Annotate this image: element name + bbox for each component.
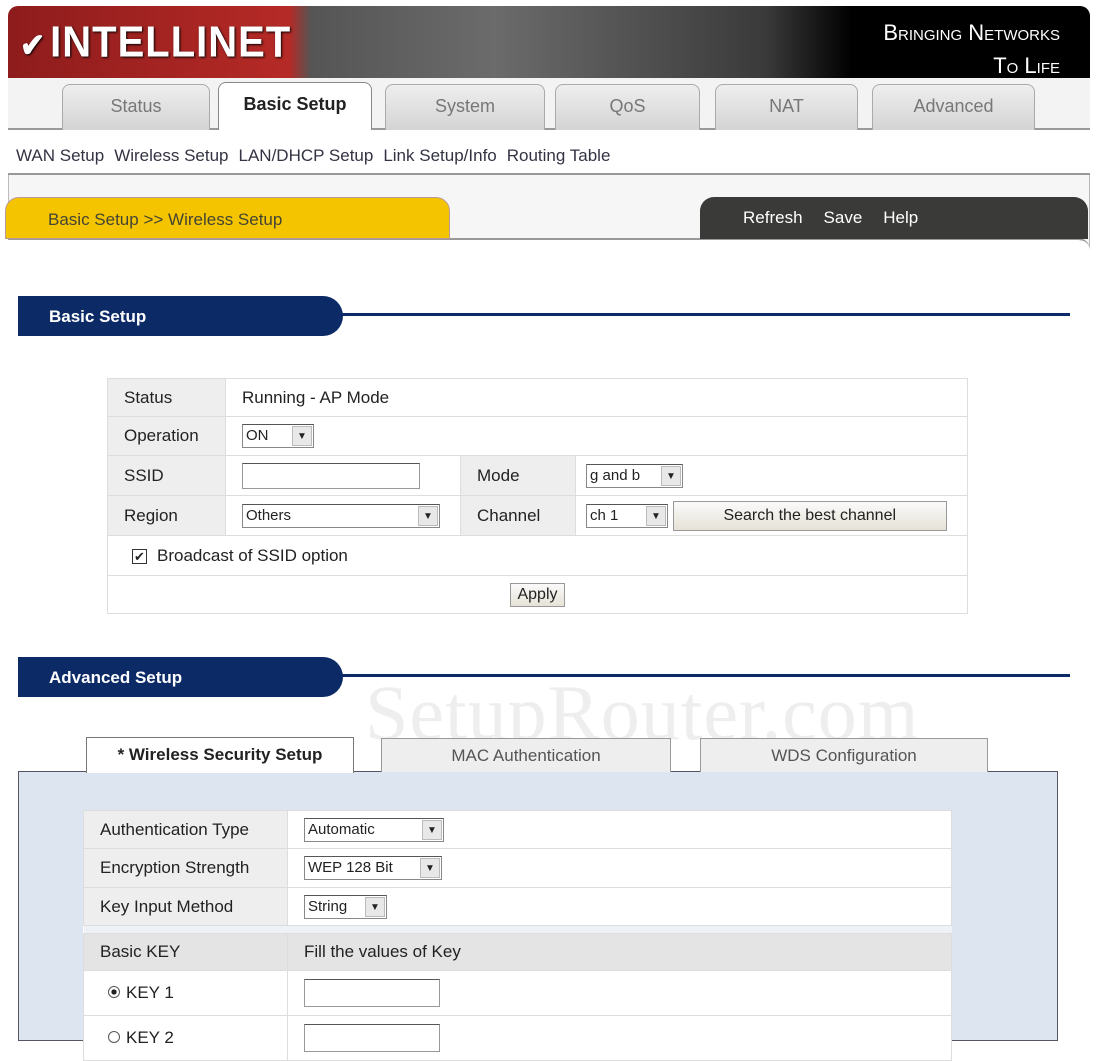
sub-navigation: WAN Setup Wireless Setup LAN/DHCP Setup Lin…	[8, 130, 1090, 175]
region-select[interactable]: Others ▼	[242, 503, 440, 528]
mode-value: g and b	[590, 466, 641, 484]
auth-type-select[interactable]: Automatic ▼	[304, 817, 444, 842]
tab-status[interactable]: Status	[62, 84, 210, 130]
tab-qos[interactable]: QoS	[555, 84, 700, 130]
chevron-down-icon: ▼	[420, 858, 440, 878]
tab-advanced[interactable]: Advanced	[872, 84, 1035, 130]
logo-text: INTELLINET	[50, 17, 292, 67]
key2-radio[interactable]	[108, 1031, 120, 1043]
broadcast-ssid-label: Broadcast of SSID option	[157, 545, 348, 565]
divider	[338, 313, 1070, 316]
header-banner: ✔ INTELLINET Bringing Networks To Life	[8, 6, 1090, 78]
action-bar: Refresh Save Help	[700, 197, 1088, 239]
chevron-down-icon: ▼	[365, 896, 385, 917]
link-wan-setup[interactable]: WAN Setup	[16, 146, 104, 165]
key-method-label: Key Input Method	[83, 887, 288, 926]
tab-nat[interactable]: NAT	[715, 84, 858, 130]
tab-basic-setup[interactable]: Basic Setup	[218, 82, 372, 132]
save-button[interactable]: Save	[824, 208, 863, 227]
tagline: Bringing Networks To Life	[883, 16, 1060, 78]
key2-label: KEY 2	[126, 1028, 174, 1047]
link-wireless-setup[interactable]: Wireless Setup	[114, 146, 228, 165]
key1-radio[interactable]	[108, 986, 120, 998]
region-value: Others	[246, 506, 292, 524]
help-button[interactable]: Help	[883, 208, 918, 227]
auth-type-label: Authentication Type	[83, 810, 288, 849]
encryption-select[interactable]: WEP 128 Bit ▼	[304, 856, 442, 880]
tab-mac-authentication[interactable]: MAC Authentication	[381, 738, 671, 772]
operation-label: Operation	[107, 416, 226, 456]
tagline-line1: Bringing Networks	[883, 20, 1060, 45]
tab-wireless-security-setup[interactable]: * Wireless Security Setup	[86, 737, 354, 773]
link-routing-table[interactable]: Routing Table	[507, 146, 611, 165]
chevron-down-icon: ▼	[661, 465, 681, 486]
key-method-select[interactable]: String ▼	[304, 894, 387, 919]
encryption-value: WEP 128 Bit	[308, 859, 393, 876]
intellinet-logo: ✔ INTELLINET	[20, 18, 291, 68]
key1-input[interactable]	[304, 979, 440, 1007]
operation-select[interactable]: ON ▼	[242, 424, 314, 448]
section-title: Advanced Setup	[18, 657, 343, 697]
channel-label: Channel	[460, 495, 576, 536]
checkmark-icon: ✔	[20, 27, 47, 64]
breadcrumb: Basic Setup >> Wireless Setup	[5, 197, 450, 239]
broadcast-ssid-checkbox[interactable]: ✔	[132, 548, 147, 564]
main-tabs: Status Basic Setup System QoS NAT Advanc…	[8, 78, 1090, 132]
link-link-setup-info[interactable]: Link Setup/Info	[383, 146, 496, 165]
status-label: Status	[107, 378, 226, 417]
section-title: Basic Setup	[18, 296, 343, 336]
encryption-label: Encryption Strength	[83, 848, 288, 888]
tagline-line2: To Life	[993, 53, 1060, 78]
basic-setup-header: Basic Setup	[18, 296, 1070, 336]
key2-input[interactable]	[304, 1024, 440, 1052]
mode-label: Mode	[460, 455, 576, 496]
auth-type-value: Automatic	[308, 820, 375, 838]
key-method-value: String	[308, 897, 348, 915]
operation-value: ON	[246, 427, 269, 444]
link-lan-dhcp-setup[interactable]: LAN/DHCP Setup	[239, 146, 374, 165]
search-best-channel-button[interactable]: Search the best channel	[672, 500, 947, 531]
apply-button[interactable]: Apply	[510, 582, 565, 607]
refresh-button[interactable]: Refresh	[743, 208, 803, 227]
basic-setup-table: Status Running - AP Mode Operation ON ▼ SSI…	[107, 378, 968, 614]
fill-values-header: Fill the values of Key	[287, 933, 952, 971]
chevron-down-icon: ▼	[292, 426, 312, 446]
region-label: Region	[107, 495, 226, 536]
basic-key-header: Basic KEY	[83, 933, 288, 971]
key1-label: KEY 1	[126, 983, 174, 1002]
mode-select[interactable]: g and b ▼	[586, 463, 683, 488]
ssid-label: SSID	[107, 455, 226, 496]
channel-select[interactable]: ch 1 ▼	[586, 503, 668, 528]
ssid-input[interactable]	[242, 462, 420, 489]
chevron-down-icon: ▼	[646, 505, 666, 526]
channel-value: ch 1	[590, 506, 619, 524]
chevron-down-icon: ▼	[422, 819, 442, 840]
tab-system[interactable]: System	[385, 84, 545, 130]
chevron-down-icon: ▼	[418, 505, 438, 526]
security-table: Authentication Type Automatic ▼ Encryption…	[83, 810, 952, 1061]
status-value: Running - AP Mode	[225, 378, 968, 417]
tab-wds-configuration[interactable]: WDS Configuration	[700, 738, 988, 772]
